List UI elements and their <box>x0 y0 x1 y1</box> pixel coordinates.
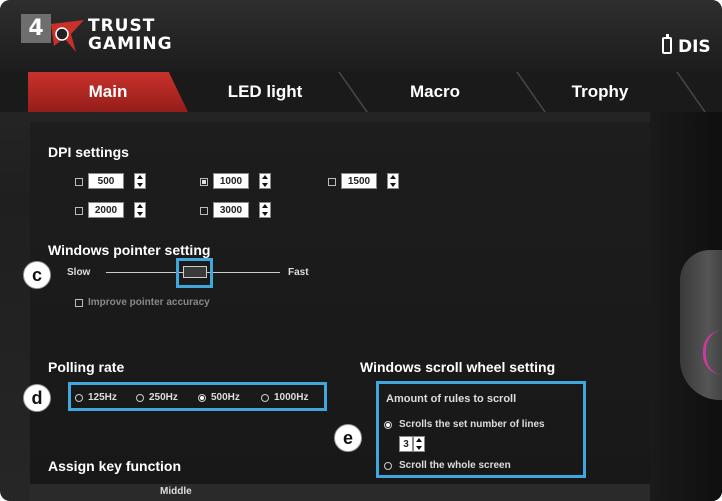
dpi-2000-checkbox[interactable] <box>75 207 83 215</box>
brand-line-2: GAMING <box>88 34 173 54</box>
mouse-image <box>680 250 722 400</box>
assign-title: Assign key function <box>48 458 182 474</box>
scroll-title: Windows scroll wheel setting <box>360 359 556 375</box>
dpi-1000-checkbox[interactable] <box>200 178 208 186</box>
tab-macro[interactable]: Macro <box>365 72 505 112</box>
tab-led-light[interactable]: LED light <box>190 72 340 112</box>
callout-c: c <box>23 261 51 289</box>
polling-title: Polling rate <box>48 359 125 375</box>
improve-pointer-label: Improve pointer accuracy <box>88 297 210 308</box>
callout-d: d <box>23 384 51 412</box>
scroll-lines-stepper[interactable] <box>413 436 425 452</box>
dpi-3000-value[interactable]: 3000 <box>213 202 249 218</box>
slider-fast-label: Fast <box>288 267 309 278</box>
dpi-1500-stepper[interactable] <box>387 173 399 189</box>
polling-125-radio[interactable] <box>75 394 83 402</box>
scroll-lines-radio[interactable] <box>384 421 392 429</box>
dpi-500-stepper[interactable] <box>134 173 146 189</box>
dpi-1000-value[interactable]: 1000 <box>213 173 249 189</box>
header-right-label: DIS <box>678 37 711 57</box>
brand-line-1: TRUST <box>88 16 156 36</box>
scroll-lines-label: Scrolls the set number of lines <box>399 419 545 430</box>
polling-500-radio[interactable] <box>198 394 206 402</box>
slider-slow-label: Slow <box>67 267 91 278</box>
polling-1000-radio[interactable] <box>261 394 269 402</box>
scroll-screen-radio[interactable] <box>384 462 392 470</box>
trust-logo-icon <box>51 20 84 52</box>
improve-pointer-checkbox[interactable] <box>75 299 83 307</box>
dpi-1500-checkbox[interactable] <box>328 178 336 186</box>
polling-250-radio[interactable] <box>136 394 144 402</box>
dpi-1500-value[interactable]: 1500 <box>341 173 377 189</box>
dpi-500-checkbox[interactable] <box>75 178 83 186</box>
polling-250-label: 250Hz <box>149 392 178 403</box>
highlight-slider-box <box>176 258 213 288</box>
dpi-3000-checkbox[interactable] <box>200 207 208 215</box>
callout-e: e <box>334 424 362 452</box>
dpi-1000-stepper[interactable] <box>259 173 271 189</box>
dpi-title: DPI settings <box>48 144 129 160</box>
scroll-screen-label: Scroll the whole screen <box>399 460 511 471</box>
polling-125-label: 125Hz <box>88 392 117 403</box>
dpi-2000-value[interactable]: 2000 <box>88 202 124 218</box>
battery-icon <box>662 34 672 54</box>
app-window: 4 TRUST GAMING DIS Main LED light Macro … <box>0 0 722 501</box>
pointer-title: Windows pointer setting <box>48 242 211 258</box>
scroll-group-title: Amount of rules to scroll <box>386 393 517 405</box>
scroll-lines-value[interactable]: 3 <box>399 436 413 452</box>
dpi-2000-stepper[interactable] <box>134 202 146 218</box>
tab-trophy[interactable]: Trophy <box>540 72 660 112</box>
polling-1000-label: 1000Hz <box>274 392 309 403</box>
dpi-500-value[interactable]: 500 <box>88 173 124 189</box>
dpi-3000-stepper[interactable] <box>259 202 271 218</box>
polling-500-label: 500Hz <box>211 392 240 403</box>
assign-table-header <box>30 484 650 501</box>
tab-main[interactable]: Main <box>28 72 188 112</box>
assign-col-middle: Middle <box>160 486 192 497</box>
